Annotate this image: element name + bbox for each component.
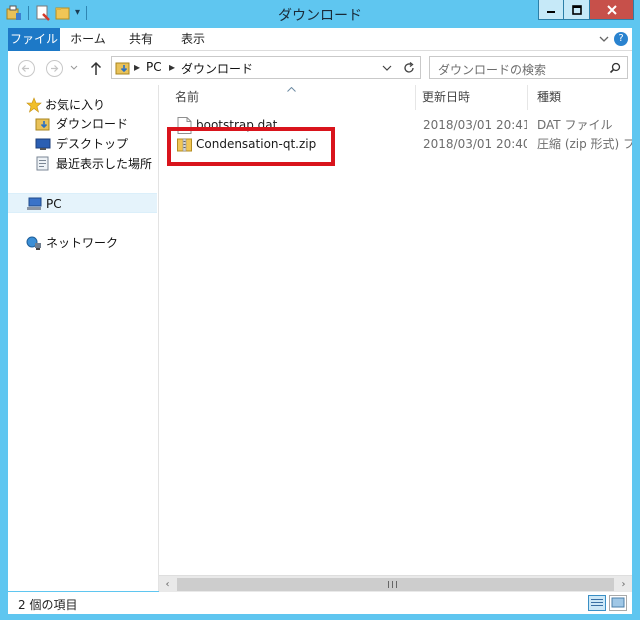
column-header-type[interactable]: 種類 (528, 85, 632, 110)
tab-view[interactable]: 表示 (172, 28, 214, 51)
title-bar: ▾ ダウンロード (0, 0, 640, 28)
search-box[interactable]: ダウンロードの検索 (429, 56, 628, 79)
item-count: 2 個の項目 (18, 598, 78, 612)
help-button[interactable]: ? (614, 32, 628, 46)
sidebar-item-downloads[interactable]: ダウンロード (8, 114, 157, 134)
sidebar-item-label: ネットワーク (46, 236, 119, 250)
search-icon[interactable] (609, 62, 621, 74)
explorer-window: ▾ ダウンロード ファイル ホーム 共有 表示 ? ▸ PC ▸ ダウンロード … (0, 0, 640, 620)
horizontal-scrollbar[interactable]: ‹ › (159, 575, 632, 592)
back-arrow-icon (21, 65, 29, 72)
maximize-button[interactable] (564, 0, 590, 20)
details-view-button[interactable] (588, 595, 606, 611)
downloads-folder-icon (115, 62, 130, 75)
network-icon (26, 236, 41, 250)
column-header-modified[interactable]: 更新日時 (416, 85, 528, 110)
sidebar-item-label: ダウンロード (56, 117, 129, 131)
close-icon (606, 4, 617, 15)
navigation-bar: ▸ PC ▸ ダウンロード ダウンロードの検索 (8, 51, 632, 85)
ribbon-tabs: ファイル ホーム 共有 表示 ? (8, 28, 632, 51)
forward-button[interactable] (46, 60, 63, 77)
breadcrumb-pc[interactable]: PC (146, 60, 162, 74)
navigation-pane: お気に入り ダウンロード デスクトップ 最近表示した場所 PC ネットワーク (8, 85, 159, 591)
minimize-icon (547, 10, 555, 13)
sidebar-item-label: 最近表示した場所 (56, 157, 153, 171)
scroll-right-arrow-icon[interactable]: › (615, 577, 632, 592)
recent-locations-chevron-icon[interactable] (70, 65, 78, 71)
breadcrumb-separator-icon[interactable]: ▸ (169, 60, 175, 74)
sidebar-item-favorites[interactable]: お気に入り (8, 95, 157, 115)
scroll-grip-icon (388, 581, 397, 588)
tab-file[interactable]: ファイル (8, 28, 60, 51)
sidebar-item-label: デスクトップ (56, 137, 129, 151)
star-icon (26, 97, 42, 113)
expand-ribbon-icon[interactable] (598, 33, 610, 45)
large-icons-view-icon (611, 597, 625, 608)
breadcrumb-separator-icon[interactable]: ▸ (134, 60, 140, 74)
back-button[interactable] (18, 60, 35, 77)
sidebar-item-desktop[interactable]: デスクトップ (8, 134, 157, 154)
search-placeholder: ダウンロードの検索 (438, 63, 547, 77)
close-button[interactable] (590, 0, 634, 20)
desktop-icon (35, 138, 51, 150)
sidebar-item-network[interactable]: ネットワーク (8, 233, 157, 253)
computer-icon (27, 197, 42, 210)
address-dropdown-icon[interactable] (382, 63, 392, 73)
breadcrumb-downloads[interactable]: ダウンロード (181, 60, 253, 77)
sidebar-item-label: お気に入り (45, 98, 106, 112)
maximize-icon (571, 4, 582, 15)
forward-arrow-icon (51, 65, 59, 72)
refresh-icon[interactable] (402, 61, 416, 75)
annotation-highlight-box (167, 127, 335, 166)
tab-share[interactable]: 共有 (120, 28, 162, 51)
scroll-left-arrow-icon[interactable]: ‹ (159, 577, 176, 592)
address-bar[interactable]: ▸ PC ▸ ダウンロード (111, 56, 421, 79)
sidebar-item-recent-places[interactable]: 最近表示した場所 (8, 154, 157, 174)
file-type: DAT ファイル (537, 118, 613, 132)
sidebar-item-pc[interactable]: PC (8, 193, 157, 213)
status-bar: 2 個の項目 (8, 592, 632, 614)
large-icons-view-button[interactable] (609, 595, 627, 611)
file-modified: 2018/03/01 20:40 (423, 137, 527, 151)
minimize-button[interactable] (538, 0, 564, 20)
sidebar-item-label: PC (46, 197, 62, 211)
details-view-icon (591, 599, 603, 606)
column-header-name[interactable]: 名前 (159, 85, 416, 110)
file-type: 圧縮 (zip 形式) フ... (537, 137, 632, 151)
file-modified: 2018/03/01 20:41 (423, 118, 527, 132)
scrollbar-thumb[interactable] (177, 578, 614, 591)
recent-places-icon (36, 156, 49, 171)
downloads-folder-icon (35, 118, 50, 131)
up-arrow-icon[interactable] (89, 60, 103, 76)
tab-home[interactable]: ホーム (64, 28, 112, 51)
